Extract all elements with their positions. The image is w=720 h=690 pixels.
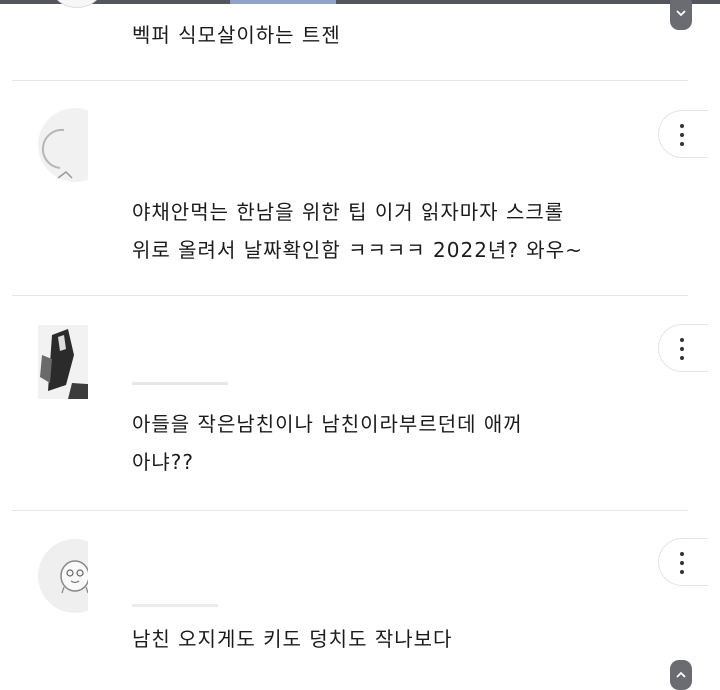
avatar[interactable] [38,108,102,182]
avatar[interactable] [38,325,102,399]
comment-text: 야채안먹는 한남을 위한 팁 이거 읽자마자 스크롤 위로 올려서 날짜확인함 … [132,200,583,262]
more-options-button[interactable] [658,324,708,372]
top-progress-bar [0,0,720,4]
chevron-up-icon [676,671,686,678]
divider [12,510,688,511]
more-vertical-icon [679,124,685,146]
comment-text: 벡퍼 식모살이하는 트젠 [132,23,341,47]
more-options-button[interactable] [658,110,708,158]
avatar[interactable] [38,539,102,613]
comment-text: 아들을 작은남친이나 남친이라부르던데 애꺼 아냐?? [132,412,523,474]
more-options-button[interactable] [658,538,708,586]
comment-text: 남친 오지게도 키도 덩치도 작나보다 [132,627,453,651]
more-vertical-icon [679,338,685,360]
scroll-down-button[interactable] [670,0,692,30]
chevron-down-icon [676,10,686,17]
top-progress-segment [230,0,336,4]
divider [12,80,688,81]
redacted-username [132,604,218,607]
divider [12,295,688,296]
more-vertical-icon [679,552,685,574]
previous-avatar-fragment [48,0,104,8]
redacted-username [132,382,228,385]
scroll-up-button[interactable] [670,660,692,690]
